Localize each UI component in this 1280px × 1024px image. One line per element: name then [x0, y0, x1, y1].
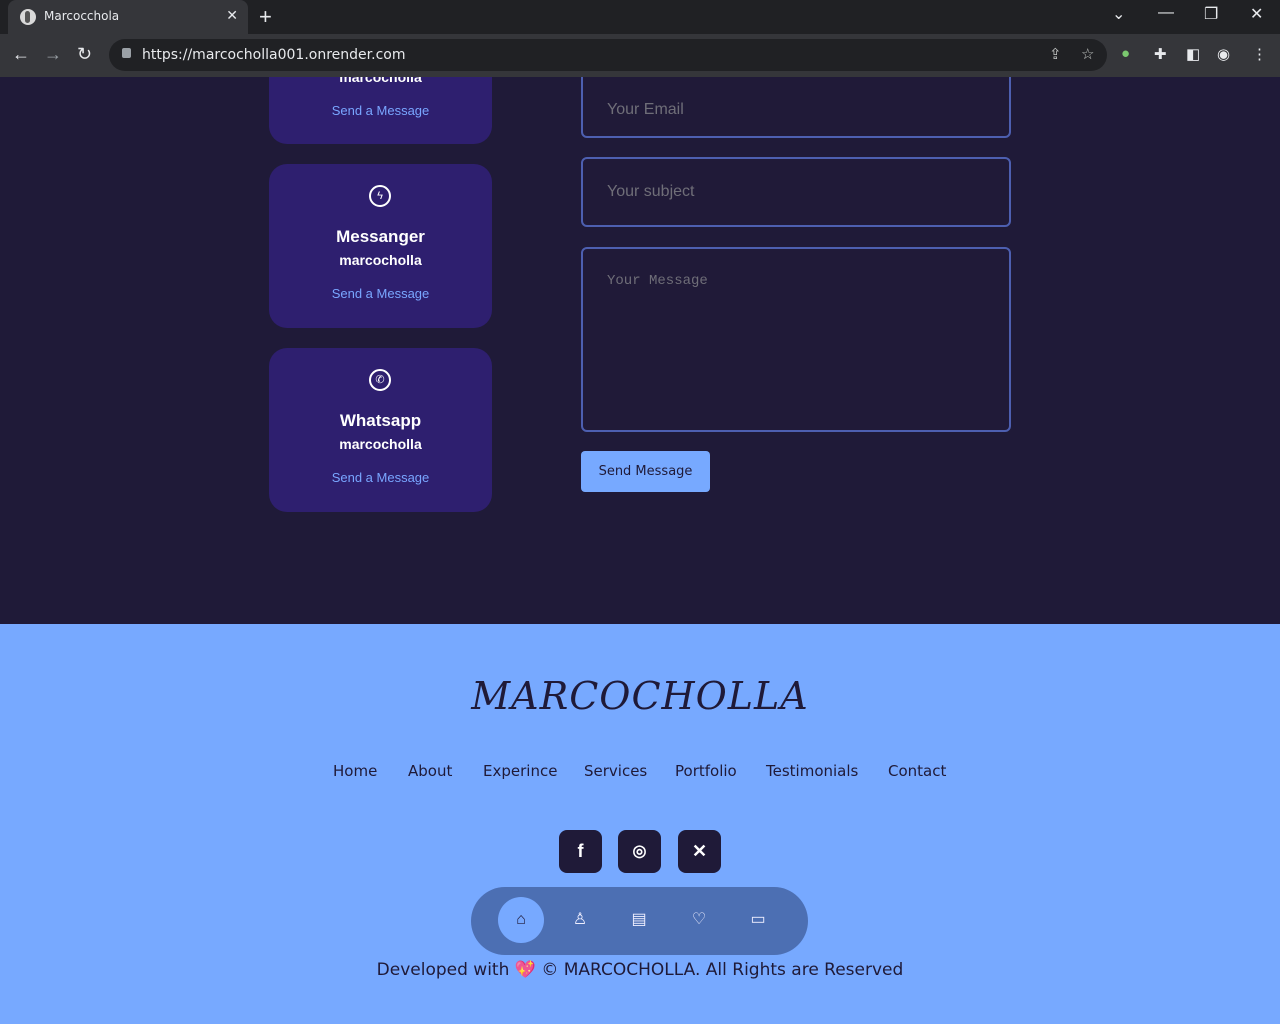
copyright-credit: Developed with 💖 © MARCOCHOLLA. All Righ… [376, 960, 904, 980]
card-username: marcocholla [339, 252, 422, 268]
contact-card-email: marcocholla Send a Message [269, 77, 492, 144]
card-title: Messanger [336, 227, 425, 246]
facebook-icon[interactable]: f [559, 830, 602, 873]
url-text: https://marcocholla001.onrender.com [142, 47, 406, 63]
footer-logo[interactable]: MARCOCHOLLA [0, 674, 1280, 718]
message-field[interactable] [581, 247, 1011, 432]
bottom-nav: ⌂ ♙ ▤ ♡ ▭ [471, 887, 808, 955]
close-window-icon[interactable]: ✕ [1250, 4, 1263, 24]
email-input[interactable] [583, 77, 1009, 136]
card-username: marcocholla [339, 436, 422, 452]
restore-icon[interactable]: ❐ [1204, 4, 1218, 24]
message-icon[interactable]: ▭ [735, 897, 781, 943]
contact-card-messenger: ϟ Messanger marcocholla Send a Message [269, 164, 492, 328]
contact-section: marcocholla Send a Message ϟ Messanger m… [0, 77, 1280, 624]
share-icon[interactable]: ⇪ [1049, 45, 1062, 63]
back-icon[interactable]: ← [12, 44, 30, 65]
tab-strip: Marcocchola ✕ + ⌄ — ❐ ✕ [0, 0, 1280, 34]
footer-link-about[interactable]: About [408, 762, 452, 780]
footer: MARCOCHOLLA Home About Experince Service… [0, 624, 1280, 1024]
card-title: Whatsapp [339, 411, 422, 430]
home-icon[interactable]: ⌂ [498, 897, 544, 943]
close-tab-icon[interactable]: ✕ [226, 7, 238, 24]
contact-card-whatsapp: ✆ Whatsapp marcocholla Send a Message [269, 348, 492, 512]
user-icon[interactable]: ♙ [557, 897, 603, 943]
book-icon[interactable]: ▤ [616, 897, 662, 943]
instagram-icon[interactable]: ◎ [618, 830, 661, 873]
send-message-link[interactable]: Send a Message [269, 286, 492, 301]
favicon-icon [20, 9, 36, 25]
menu-kebab-icon[interactable]: ⋮ [1252, 45, 1267, 63]
lock-icon [122, 48, 131, 58]
browser-toolbar: ← → ↻ https://marcocholla001.onrender.co… [0, 34, 1280, 77]
send-message-button[interactable]: Send Message [581, 451, 710, 492]
x-icon[interactable]: ✕ [678, 830, 721, 873]
footer-link-testimonials[interactable]: Testimonials [766, 762, 858, 780]
minimize-icon[interactable]: — [1158, 4, 1174, 22]
subject-field[interactable] [581, 157, 1011, 227]
heart-handshake-icon[interactable]: ♡ [676, 897, 722, 943]
email-field[interactable] [581, 77, 1011, 138]
footer-link-experince[interactable]: Experince [483, 762, 557, 780]
bookmark-star-icon[interactable]: ☆ [1081, 45, 1094, 63]
browser-tab[interactable]: Marcocchola ✕ [8, 0, 248, 34]
messenger-icon: ϟ [369, 185, 391, 207]
extensions-puzzle-icon[interactable]: ✚ [1154, 45, 1167, 63]
whatsapp-icon: ✆ [369, 369, 391, 391]
new-tab-icon[interactable]: + [259, 4, 272, 30]
profile-icon[interactable]: ◉ [1217, 45, 1230, 63]
reload-icon[interactable]: ↻ [77, 44, 92, 65]
footer-link-contact[interactable]: Contact [888, 762, 946, 780]
forward-icon[interactable]: → [44, 44, 62, 65]
address-bar[interactable]: https://marcocholla001.onrender.com ⇪ ☆ [109, 39, 1107, 71]
send-message-link[interactable]: Send a Message [269, 103, 492, 118]
message-textarea[interactable] [583, 249, 1009, 430]
browser-chrome: Marcocchola ✕ + ⌄ — ❐ ✕ ← → ↻ https://ma… [0, 0, 1280, 77]
footer-link-services[interactable]: Services [584, 762, 647, 780]
send-message-link[interactable]: Send a Message [269, 470, 492, 485]
tab-search-icon[interactable]: ⌄ [1112, 4, 1125, 24]
page-content: marcocholla Send a Message ϟ Messanger m… [0, 77, 1280, 1024]
subject-input[interactable] [583, 159, 1009, 225]
card-username: marcocholla [339, 77, 422, 85]
extension-icon[interactable]: ● [1121, 45, 1130, 62]
side-panel-icon[interactable]: ◧ [1186, 45, 1200, 63]
footer-link-portfolio[interactable]: Portfolio [675, 762, 737, 780]
footer-link-home[interactable]: Home [333, 762, 377, 780]
tab-title: Marcocchola [44, 9, 120, 23]
